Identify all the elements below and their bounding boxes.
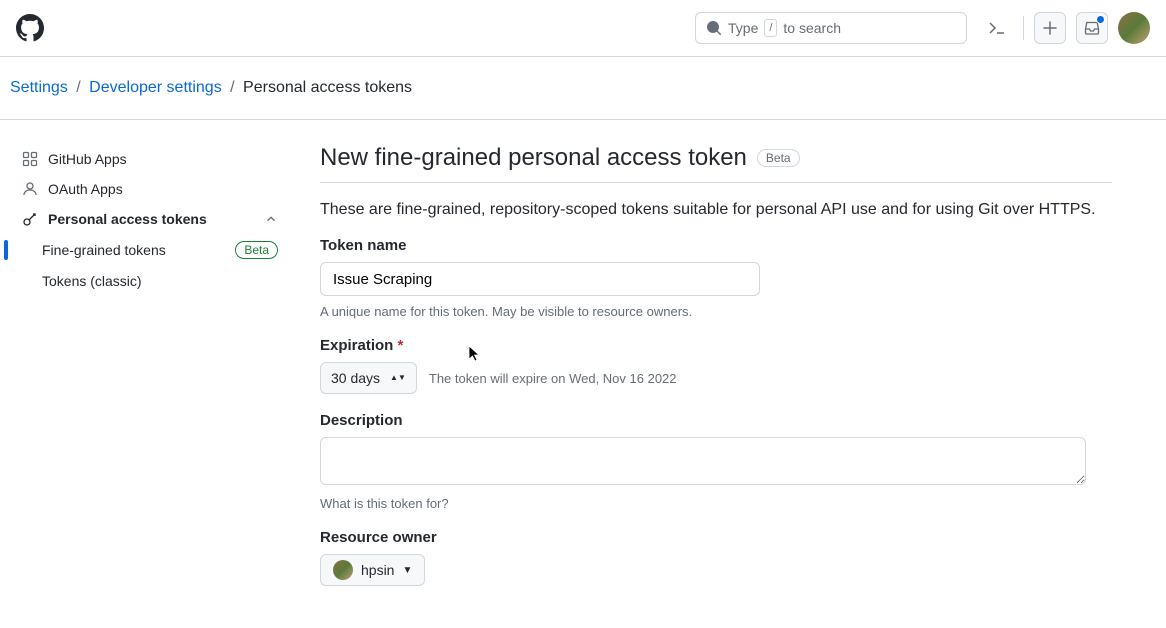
description-help: What is this token for? (320, 496, 1112, 511)
sidebar-item-label: Fine-grained tokens (42, 242, 166, 258)
divider (1023, 16, 1024, 40)
search-placeholder-suffix: to search (783, 20, 841, 36)
sidebar-item-label: GitHub Apps (48, 151, 127, 167)
sidebar: GitHub Apps OAuth Apps Personal access t… (0, 120, 296, 628)
key-icon (22, 211, 38, 227)
notifications-button[interactable] (1076, 12, 1108, 44)
caret-down-icon: ▼ (402, 565, 412, 576)
breadcrumb-current: Personal access tokens (243, 79, 412, 96)
updown-icon: ▲▼ (390, 375, 406, 381)
breadcrumb-developer-settings[interactable]: Developer settings (89, 79, 222, 96)
notification-dot (1096, 15, 1105, 24)
sidebar-item-oauth-apps[interactable]: OAuth Apps (12, 174, 288, 204)
search-placeholder-prefix: Type (728, 20, 758, 36)
sidebar-item-label: Personal access tokens (48, 211, 207, 227)
header-actions (981, 12, 1150, 44)
resource-owner-value: hpsin (361, 562, 394, 578)
sidebar-item-label: OAuth Apps (48, 181, 123, 197)
breadcrumb-sep: / (230, 79, 234, 96)
expiration-value: 30 days (331, 370, 380, 386)
breadcrumb: Settings / Developer settings / Personal… (0, 57, 1166, 119)
create-new-button[interactable] (1034, 12, 1066, 44)
search-input[interactable]: Type / to search (695, 12, 967, 44)
expiration-note: The token will expire on Wed, Nov 16 202… (429, 371, 677, 386)
command-palette-button[interactable] (981, 12, 1013, 44)
beta-badge: Beta (757, 149, 800, 167)
token-name-label: Token name (320, 237, 1112, 254)
sidebar-item-label: Tokens (classic) (42, 273, 142, 289)
global-header: Type / to search (0, 0, 1166, 57)
sidebar-item-github-apps[interactable]: GitHub Apps (12, 144, 288, 174)
search-icon (706, 20, 722, 36)
github-logo[interactable] (16, 12, 48, 44)
main-content: New fine-grained personal access token B… (296, 120, 1160, 628)
page-intro: These are fine-grained, repository-scope… (320, 201, 1112, 219)
resource-owner-select[interactable]: hpsin ▼ (320, 554, 425, 586)
page-title: New fine-grained personal access token (320, 144, 747, 172)
apps-icon (22, 151, 38, 167)
plus-icon (1042, 20, 1058, 36)
token-name-help: A unique name for this token. May be vis… (320, 304, 1112, 319)
breadcrumb-settings[interactable]: Settings (10, 79, 68, 96)
search-slash-key: / (764, 19, 777, 37)
expiration-label: Expiration * (320, 337, 1112, 354)
expiration-select[interactable]: 30 days ▲▼ (320, 362, 417, 394)
person-icon (22, 181, 38, 197)
sidebar-item-personal-access-tokens[interactable]: Personal access tokens (12, 204, 288, 234)
token-name-input[interactable] (320, 262, 760, 296)
description-label: Description (320, 412, 1112, 429)
resource-owner-label: Resource owner (320, 529, 1112, 546)
sidebar-subitem-tokens-classic[interactable]: Tokens (classic) (12, 266, 288, 296)
description-textarea[interactable] (320, 437, 1086, 485)
chevron-up-icon (264, 212, 278, 226)
sidebar-subitem-fine-grained[interactable]: Fine-grained tokens Beta (12, 234, 288, 266)
breadcrumb-sep: / (76, 79, 80, 96)
owner-avatar (333, 560, 353, 580)
user-avatar[interactable] (1118, 12, 1150, 44)
beta-badge: Beta (235, 241, 278, 259)
